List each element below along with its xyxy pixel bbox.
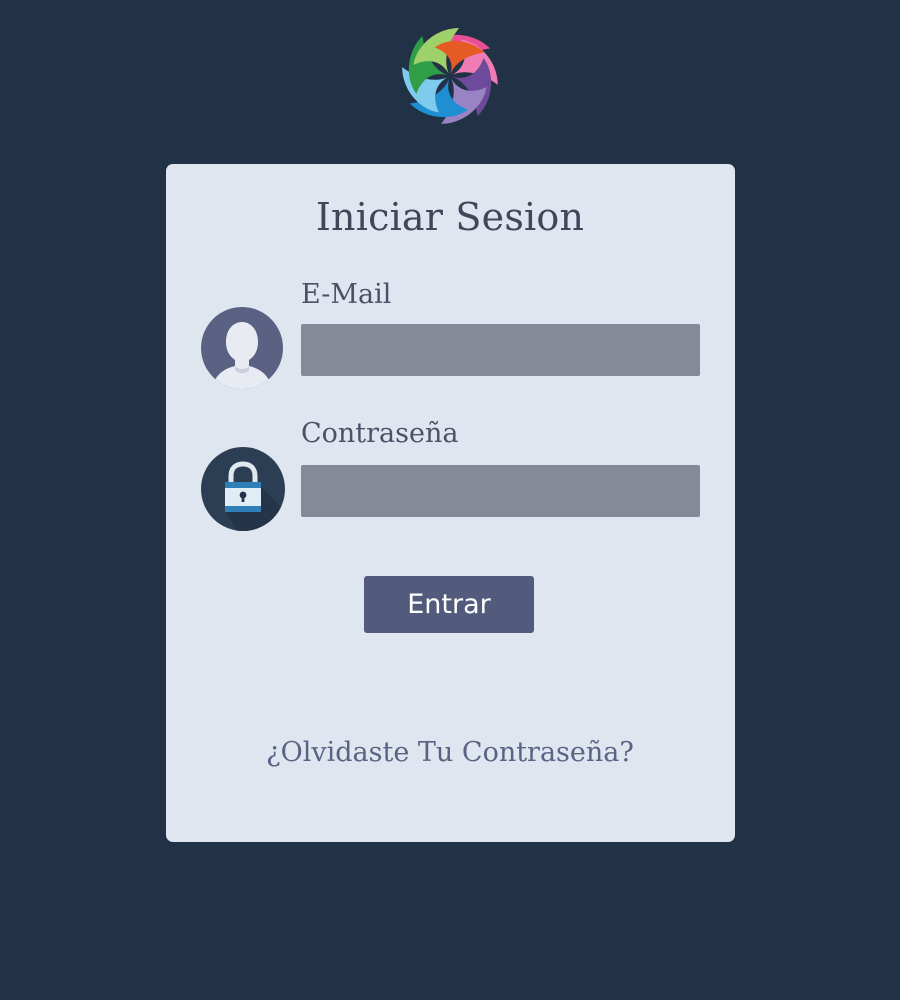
submit-button[interactable]: Entrar	[364, 576, 534, 633]
swirl-logo-icon	[391, 17, 509, 135]
password-field[interactable]	[301, 465, 700, 517]
email-label: E-Mail	[301, 279, 392, 310]
email-field[interactable]	[301, 324, 700, 376]
user-avatar-icon	[201, 307, 283, 389]
password-label: Contraseña	[301, 418, 459, 449]
forgot-password-link[interactable]: ¿Olvidaste Tu Contraseña?	[0, 733, 900, 773]
page-title: Iniciar Sesion	[315, 195, 585, 239]
padlock-icon	[201, 447, 285, 531]
